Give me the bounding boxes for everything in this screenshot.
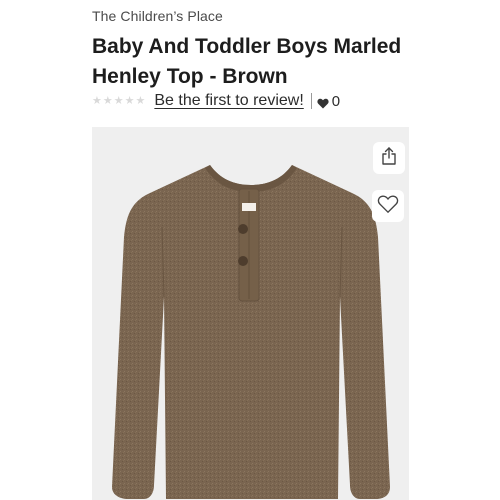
heart-outline-icon [377,194,399,219]
share-button[interactable] [373,142,405,174]
star-icon: ★ [113,94,124,107]
favorites-count: 0 [331,92,341,110]
share-icon [379,146,399,171]
star-icon: ★ [124,94,135,107]
product-image [112,165,390,499]
write-review-link[interactable]: Be the first to review! [154,92,303,110]
product-image-panel[interactable] [92,127,409,500]
star-icon: ★ [92,94,102,107]
heart-filled-icon [317,96,329,108]
star-rating[interactable]: ★ ★ ★ ★ ★ [92,94,146,107]
divider [310,93,312,109]
star-icon: ★ [135,94,146,107]
wishlist-button[interactable] [372,190,404,222]
star-icon: ★ [102,94,113,107]
product-title: Baby And Toddler Boys Marled Henley Top … [92,35,402,88]
brand-name[interactable]: The Children’s Place [92,8,223,24]
rating-row: ★ ★ ★ ★ ★ Be the first to review! 0 [92,90,340,112]
